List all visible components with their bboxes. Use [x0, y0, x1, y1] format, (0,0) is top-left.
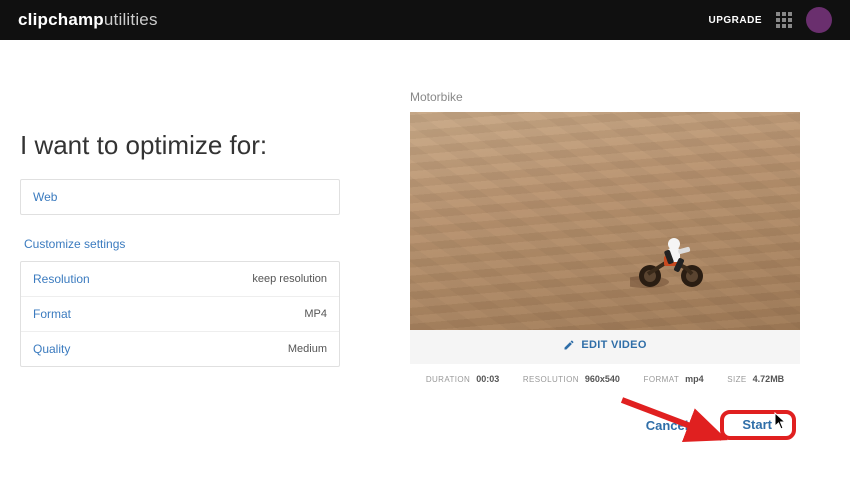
meta-label: RESOLUTION: [523, 375, 579, 384]
meta-value: mp4: [685, 374, 704, 384]
meta-value: 4.72MB: [753, 374, 785, 384]
edit-video-button[interactable]: EDIT VIDEO: [563, 339, 646, 351]
setting-label: Quality: [33, 342, 70, 356]
settings-panel: I want to optimize for: Web Customize se…: [20, 70, 340, 434]
setting-resolution[interactable]: Resolution keep resolution: [21, 262, 339, 297]
edit-icon: [563, 339, 575, 351]
video-title: Motorbike: [410, 90, 830, 104]
meta-resolution: RESOLUTION 960x540: [523, 374, 620, 384]
setting-label: Format: [33, 307, 71, 321]
meta-duration: DURATION 00:03: [426, 374, 499, 384]
video-meta: DURATION 00:03 RESOLUTION 960x540 FORMAT…: [410, 364, 800, 384]
meta-size: SIZE 4.72MB: [727, 374, 784, 384]
customize-settings-label: Customize settings: [24, 237, 340, 251]
setting-label: Resolution: [33, 272, 90, 286]
cancel-button[interactable]: Cancel: [646, 418, 689, 433]
edit-video-bar: EDIT VIDEO: [410, 330, 800, 364]
meta-format: FORMAT mp4: [644, 374, 704, 384]
setting-value: keep resolution: [252, 273, 327, 285]
meta-label: SIZE: [727, 375, 746, 384]
motorbike-rider-icon: [630, 230, 720, 290]
app-header: clipchamputilities UPGRADE: [0, 0, 850, 40]
meta-label: DURATION: [426, 375, 470, 384]
video-thumbnail[interactable]: [410, 112, 800, 330]
optimize-preset-select[interactable]: Web: [20, 179, 340, 215]
meta-label: FORMAT: [644, 375, 680, 384]
main-content: I want to optimize for: Web Customize se…: [0, 40, 850, 434]
setting-quality[interactable]: Quality Medium: [21, 332, 339, 366]
meta-value: 960x540: [585, 374, 620, 384]
edit-video-label: EDIT VIDEO: [581, 339, 646, 351]
header-right: UPGRADE: [708, 7, 832, 33]
action-buttons: Cancel Start: [410, 416, 800, 434]
apps-grid-icon[interactable]: [776, 12, 792, 28]
setting-format[interactable]: Format MP4: [21, 297, 339, 332]
brand-name-light: utilities: [104, 10, 158, 29]
upgrade-link[interactable]: UPGRADE: [708, 15, 762, 26]
settings-list: Resolution keep resolution Format MP4 Qu…: [20, 261, 340, 367]
start-button[interactable]: Start: [728, 409, 786, 440]
brand-name-bold: clipchamp: [18, 10, 104, 29]
setting-value: Medium: [288, 343, 327, 355]
preview-panel: Motorbike EDIT VIDEO: [410, 70, 830, 434]
start-button-wrap: Start: [728, 416, 786, 434]
page-title: I want to optimize for:: [20, 130, 340, 161]
avatar[interactable]: [806, 7, 832, 33]
setting-value: MP4: [304, 308, 327, 320]
brand-logo: clipchamputilities: [18, 10, 158, 30]
meta-value: 00:03: [476, 374, 499, 384]
